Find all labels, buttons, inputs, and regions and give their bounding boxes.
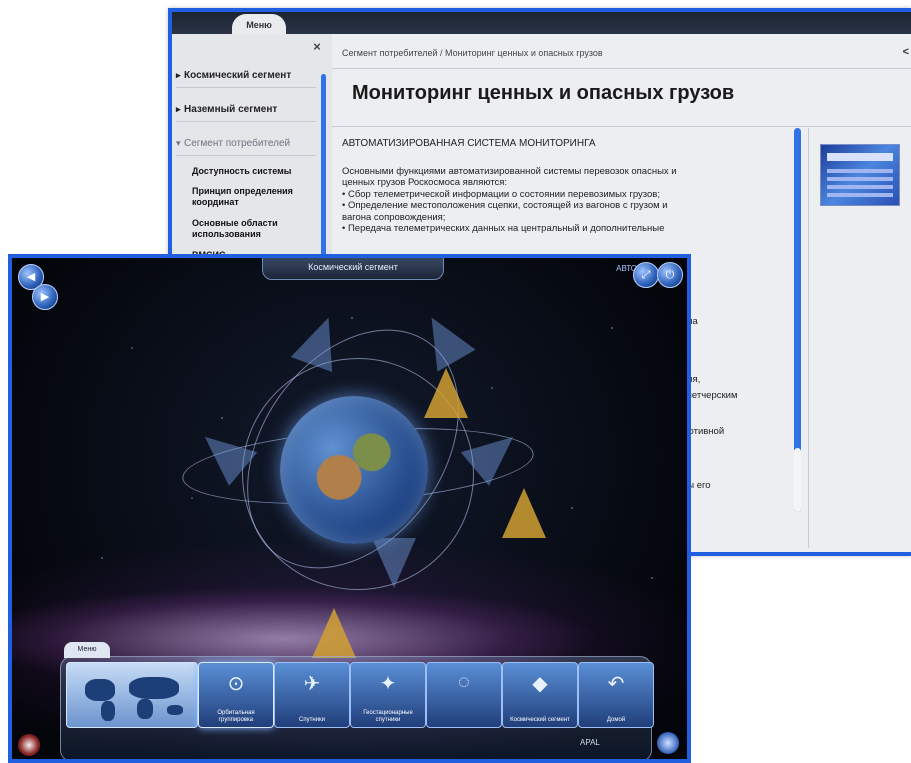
map-continent — [101, 701, 115, 721]
play-icon[interactable]: ▶ — [32, 284, 58, 310]
tile-label: Геостационарные спутники — [363, 710, 413, 723]
power-icon[interactable]: ⏻ — [657, 262, 683, 288]
tile-label: Космический сегмент — [510, 717, 570, 723]
thumbnail-banner — [827, 153, 893, 161]
sidebar-item-consumer-segment[interactable]: Сегмент потребителей — [176, 138, 316, 156]
earth-globe[interactable] — [280, 396, 428, 544]
glonass-logo-icon[interactable] — [657, 732, 679, 754]
thumbnail-row — [827, 193, 893, 197]
divider — [332, 68, 911, 69]
thumbnail-row — [827, 185, 893, 189]
thumbnail-row — [827, 177, 893, 181]
section-heading: АВТОМАТИЗИРОВАННАЯ СИСТЕМА МОНИТОРИНГА — [342, 138, 596, 149]
thumbnail-row — [827, 169, 893, 173]
tile-space-segment[interactable]: ◆ Космический сегмент — [502, 662, 578, 728]
sidebar-subitem[interactable]: Основные области использования — [192, 218, 314, 240]
body-line: вагона сопровождения; — [342, 211, 446, 223]
tile-blank[interactable]: ◌ — [426, 662, 502, 728]
sidebar-subitem[interactable]: Доступность системы — [192, 166, 314, 177]
map-continent — [85, 679, 115, 701]
menu-tab[interactable]: Меню — [64, 642, 110, 658]
sidebar-item-label: Сегмент потребителей — [184, 138, 291, 149]
map-continent — [137, 699, 153, 719]
fullscreen-icon[interactable]: ⤢ — [633, 262, 659, 288]
tile-satellites[interactable]: ✈ Спутники — [274, 662, 350, 728]
geostationary-icon: ✦ — [379, 673, 397, 695]
satellite-app-window: Космический сегмент ◀ ▶ АВТО ⤢ ⏻ Меню ⊙ … — [8, 254, 691, 763]
divider — [808, 128, 809, 548]
sidebar-item-label: Наземный сегмент — [184, 104, 278, 115]
breadcrumb[interactable]: Сегмент потребителей / Мониторинг ценных… — [342, 48, 603, 58]
tile-label: Домой — [606, 717, 626, 723]
page-title: Мониторинг ценных и опасных грузов — [352, 82, 735, 104]
app-title: Космический сегмент — [262, 258, 444, 280]
sidebar-item-space-segment[interactable]: Космический сегмент — [176, 70, 316, 88]
world-map-tile[interactable] — [66, 662, 198, 728]
collapse-icon[interactable]: < — [903, 46, 909, 58]
map-continent — [129, 677, 179, 699]
satellite-icon: ✈ — [303, 673, 321, 695]
scrollbar-track[interactable] — [794, 448, 801, 512]
tile-label: Спутники — [299, 717, 325, 723]
brand-logo: APAL — [580, 738, 600, 747]
sidebar-item-ground-segment[interactable]: Наземный сегмент — [176, 104, 316, 122]
emblem-icon[interactable] — [18, 734, 40, 756]
body-line: • Определение местоположения сцепки, сос… — [342, 200, 668, 211]
image-thumbnail[interactable] — [820, 144, 900, 206]
map-continent — [167, 705, 183, 715]
orbit-icon: ⊙ — [227, 673, 245, 695]
sidebar-subitem[interactable]: Принцип определения координат — [192, 186, 314, 208]
coverage-cone — [424, 368, 468, 418]
glow-icon: ◌ — [458, 671, 470, 693]
tile-label: Орбитальная группировка — [217, 710, 255, 723]
tile-orbital-group[interactable]: ⊙ Орбитальная группировка — [198, 662, 274, 728]
article-body: АВТОМАТИЗИРОВАННАЯ СИСТЕМА МОНИТОРИНГА О… — [342, 138, 790, 235]
tile-home[interactable]: ↶ Домой — [578, 662, 654, 728]
coverage-cone — [312, 608, 356, 658]
divider — [332, 126, 911, 127]
body-line: • Передача телеметрических данных на цен… — [342, 223, 665, 234]
body-line: Основными функциями автоматизированной с… — [342, 165, 677, 177]
body-line: • Сбор телеметрической информации о сост… — [342, 188, 660, 200]
tile-geostationary[interactable]: ✦ Геостационарные спутники — [350, 662, 426, 728]
body-line: ценных грузов Роскосмоса являются: — [342, 177, 508, 188]
home-arrow-icon: ↶ — [607, 673, 625, 695]
content-scrollbar[interactable] — [794, 128, 801, 512]
segment-icon: ◆ — [532, 673, 548, 695]
close-icon[interactable]: × — [310, 40, 324, 54]
coverage-cone — [372, 538, 416, 588]
coverage-cone — [502, 488, 546, 538]
sidebar-item-label: Космический сегмент — [184, 70, 292, 81]
